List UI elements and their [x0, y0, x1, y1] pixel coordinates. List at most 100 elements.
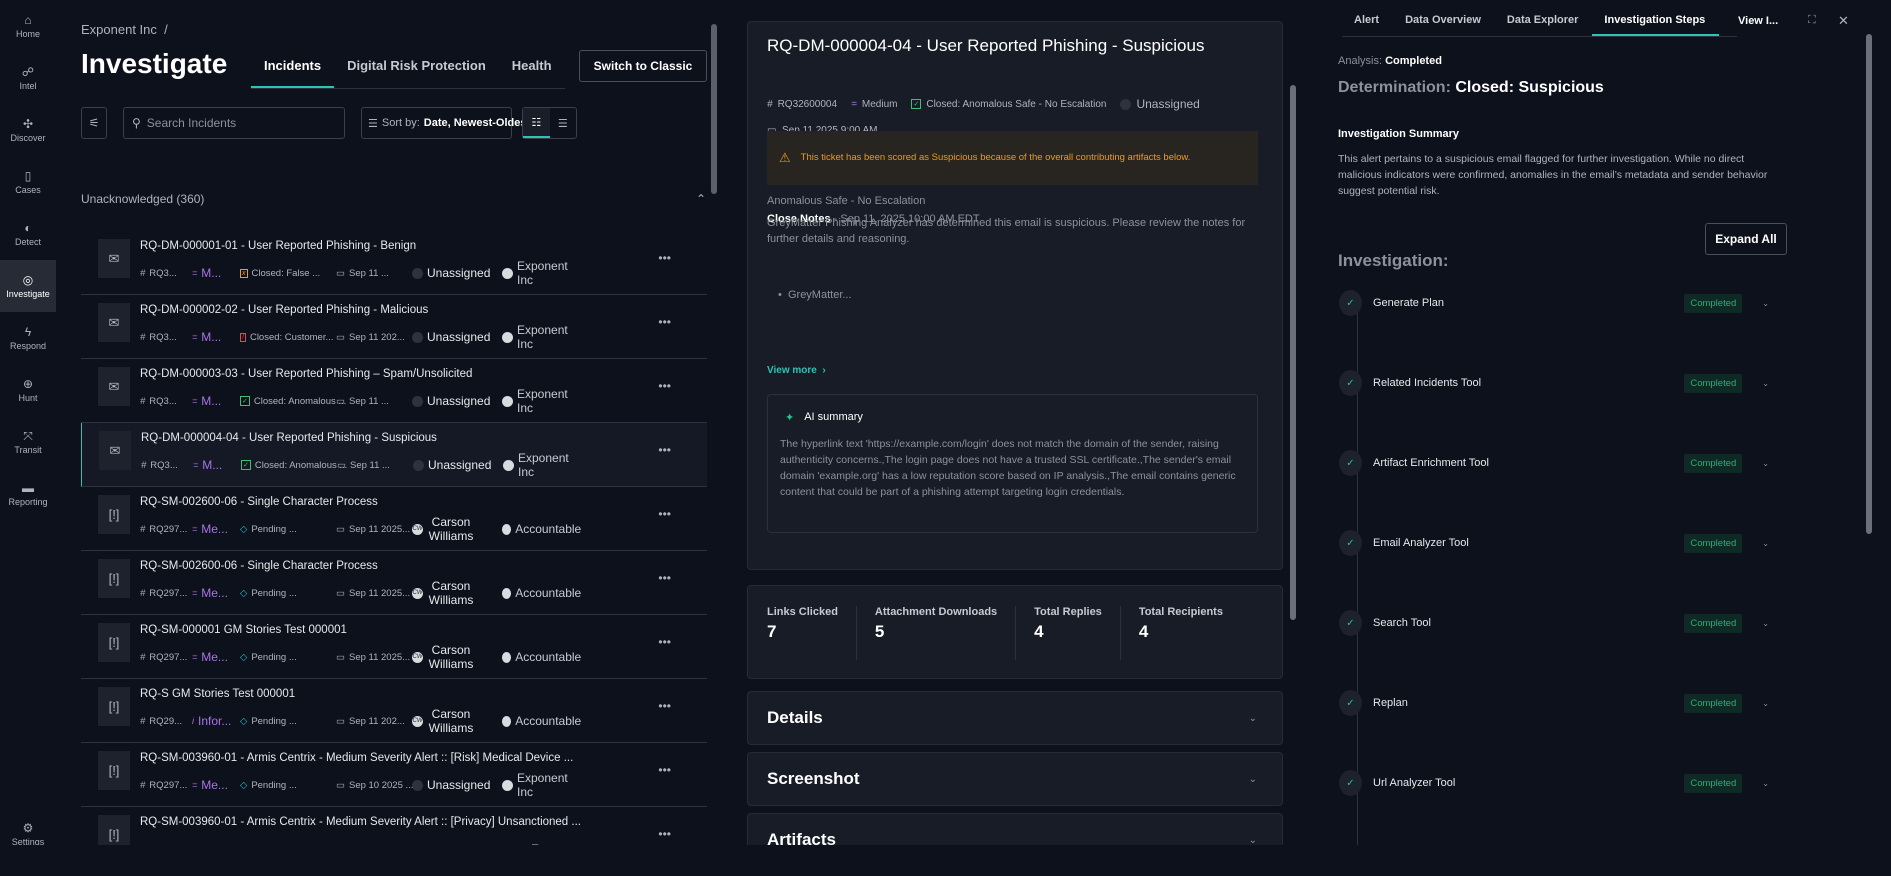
- pending-diamond-icon: ◇: [240, 523, 248, 535]
- detailed-view-icon[interactable]: ☷: [523, 108, 550, 138]
- sidebar-item-home[interactable]: ⌂ Home: [0, 0, 56, 52]
- investigation-step[interactable]: ✓ Url Analyzer Tool Completed ⌄: [1339, 770, 1769, 796]
- tab-investigation-steps[interactable]: Investigation Steps: [1592, 14, 1720, 36]
- incident-id: RQ29...: [149, 715, 183, 727]
- incident-row[interactable]: ✉ RQ-DM-000003-03 - User Reported Phishi…: [81, 359, 707, 423]
- incident-owner[interactable]: Unassigned: [427, 266, 490, 280]
- sidebar-item-hunt[interactable]: ⊕ Hunt: [0, 364, 56, 416]
- incident-owner[interactable]: Unassigned: [427, 778, 490, 792]
- chevron-down-icon[interactable]: ⌄: [1762, 699, 1769, 708]
- chevron-down-icon[interactable]: ⌄: [1762, 379, 1769, 388]
- tab-digital-risk-protection[interactable]: Digital Risk Protection: [334, 52, 499, 88]
- incident-owner[interactable]: Unassigned: [428, 458, 491, 472]
- chevron-down-icon[interactable]: ⌄: [1762, 299, 1769, 308]
- compact-list-icon[interactable]: ☰: [550, 108, 577, 138]
- detail-scrollbar[interactable]: [1290, 85, 1296, 620]
- sort-dropdown[interactable]: ☰Sort by:Date, Newest-Oldest▾: [361, 107, 540, 139]
- severity-medium-icon: =: [192, 332, 198, 342]
- view-incident-link[interactable]: View I...: [1738, 15, 1778, 27]
- more-options-icon[interactable]: •••: [658, 251, 671, 265]
- expand-all-button[interactable]: Expand All: [1705, 223, 1787, 255]
- sidebar-item-reporting[interactable]: ▬ Reporting: [0, 468, 56, 520]
- incident-owner[interactable]: Carson Williams: [427, 707, 475, 735]
- more-options-icon[interactable]: •••: [658, 699, 671, 713]
- tab-data-overview[interactable]: Data Overview: [1393, 14, 1495, 36]
- sidebar-item-label: Discover: [10, 132, 46, 143]
- investigation-step[interactable]: ✓ Email Analyzer Tool Completed ⌄: [1339, 530, 1769, 556]
- expand-icon[interactable]: ⛶: [1808, 14, 1816, 27]
- more-options-icon[interactable]: •••: [658, 571, 671, 585]
- incident-org: Accountable: [515, 650, 582, 664]
- chevron-up-icon[interactable]: ⌃: [696, 192, 706, 206]
- incident-owner[interactable]: Unassigned: [427, 394, 490, 408]
- chevron-down-icon[interactable]: ⌄: [1762, 459, 1769, 468]
- bottom-bar: [0, 845, 1891, 876]
- incident-row[interactable]: [!] RQ-SM-002600-06 - Single Character P…: [81, 551, 707, 615]
- more-options-icon[interactable]: •••: [658, 443, 671, 457]
- investigation-step[interactable]: ✓ Generate Plan Completed ⌄: [1339, 290, 1769, 316]
- more-options-icon[interactable]: •••: [658, 827, 671, 841]
- more-options-icon[interactable]: •••: [658, 635, 671, 649]
- alert-frame-icon: [!]: [98, 495, 130, 534]
- sidebar-item-discover[interactable]: ✣ Discover: [0, 104, 56, 156]
- sidebar-item-investigate[interactable]: ◎ Investigate: [0, 260, 56, 312]
- investigation-step[interactable]: ✓ Artifact Enrichment Tool Completed ⌄: [1339, 450, 1769, 476]
- incident-row[interactable]: [!] RQ-SM-003960-01 - Armis Centrix - Me…: [81, 743, 707, 807]
- info-icon: i: [192, 716, 194, 726]
- sidebar-item-label: Detect: [14, 236, 41, 247]
- incident-meta: # RQ3... = M... x Closed: False ... ▭ Sep 11…: [140, 259, 582, 287]
- list-scrollbar[interactable]: [711, 24, 717, 194]
- incident-row[interactable]: ✉ RQ-DM-000001-01 - User Reported Phishi…: [81, 231, 707, 295]
- tab-alert[interactable]: Alert: [1342, 14, 1393, 36]
- investigation-step[interactable]: ✓ Related Incidents Tool Completed ⌄: [1339, 370, 1769, 396]
- sidebar-item-respond[interactable]: ϟ Respond: [0, 312, 56, 364]
- severity-medium-icon: =: [192, 524, 198, 534]
- investigation-step[interactable]: ✓ Search Tool Completed ⌄: [1339, 610, 1769, 636]
- user-avatar-icon: CW: [412, 523, 423, 535]
- incident-owner[interactable]: Unassigned: [427, 330, 490, 344]
- org-avatar-icon: [502, 523, 512, 535]
- switch-to-classic-button[interactable]: Switch to Classic: [579, 50, 707, 82]
- tab-incidents[interactable]: Incidents: [251, 52, 335, 88]
- note-bullet: • GreyMatter...: [778, 289, 852, 301]
- alert-frame-icon: [!]: [98, 751, 130, 790]
- chevron-down-icon[interactable]: ⌄: [1762, 779, 1769, 788]
- more-options-icon[interactable]: •••: [658, 315, 671, 329]
- view-more-link[interactable]: View more ›: [767, 365, 826, 376]
- incident-owner[interactable]: Carson Williams: [427, 515, 475, 543]
- investigation-panel: Alert Data Overview Data Explorer Invest…: [1320, 0, 1891, 845]
- close-reason: Anomalous Safe - No Escalation: [767, 195, 926, 207]
- section-screenshot[interactable]: Screenshot ⌄: [747, 752, 1283, 806]
- incident-owner[interactable]: Carson Williams: [427, 643, 475, 671]
- investigation-step[interactable]: ✓ Replan Completed ⌄: [1339, 690, 1769, 716]
- chevron-down-icon[interactable]: ⌄: [1762, 539, 1769, 548]
- search-input[interactable]: [146, 116, 327, 130]
- filter-button[interactable]: ⚟: [81, 107, 107, 139]
- incident-severity: M...: [201, 266, 222, 280]
- incident-owner[interactable]: Carson Williams: [427, 579, 475, 607]
- incident-row[interactable]: ✉ RQ-DM-000004-04 - User Reported Phishi…: [81, 423, 707, 487]
- incident-row[interactable]: [!] RQ-SM-000001 GM Stories Test 000001 …: [81, 615, 707, 679]
- section-details[interactable]: Details ⌄: [747, 691, 1283, 745]
- incident-row[interactable]: [!] RQ-SM-002600-06 - Single Character P…: [81, 487, 707, 551]
- stat-label: Total Replies: [1034, 606, 1102, 618]
- incident-row[interactable]: [!] RQ-S GM Stories Test 000001 # RQ29...…: [81, 679, 707, 743]
- chevron-down-icon[interactable]: ⌄: [1762, 619, 1769, 628]
- sidebar-item-intel[interactable]: ☍ Intel: [0, 52, 56, 104]
- discover-icon: ✣: [22, 116, 34, 131]
- sidebar-item-transit[interactable]: ⤧ Transit: [0, 416, 56, 468]
- more-options-icon[interactable]: •••: [658, 379, 671, 393]
- detail-owner[interactable]: Unassigned: [1136, 97, 1199, 111]
- sidebar-item-cases[interactable]: ▯ Cases: [0, 156, 56, 208]
- panel-scrollbar[interactable]: [1866, 34, 1872, 534]
- user-avatar-icon: [412, 267, 423, 279]
- more-options-icon[interactable]: •••: [658, 507, 671, 521]
- more-options-icon[interactable]: •••: [658, 763, 671, 777]
- tab-health[interactable]: Health: [499, 52, 565, 88]
- close-icon[interactable]: ✕: [1838, 13, 1849, 29]
- group-header[interactable]: Unacknowledged (360) ⌃: [81, 192, 706, 206]
- incident-row[interactable]: ✉ RQ-DM-000002-02 - User Reported Phishi…: [81, 295, 707, 359]
- sidebar-item-detect[interactable]: ◐ Detect: [0, 208, 56, 260]
- tab-data-explorer[interactable]: Data Explorer: [1495, 14, 1593, 36]
- breadcrumb-org[interactable]: Exponent Inc: [81, 22, 157, 37]
